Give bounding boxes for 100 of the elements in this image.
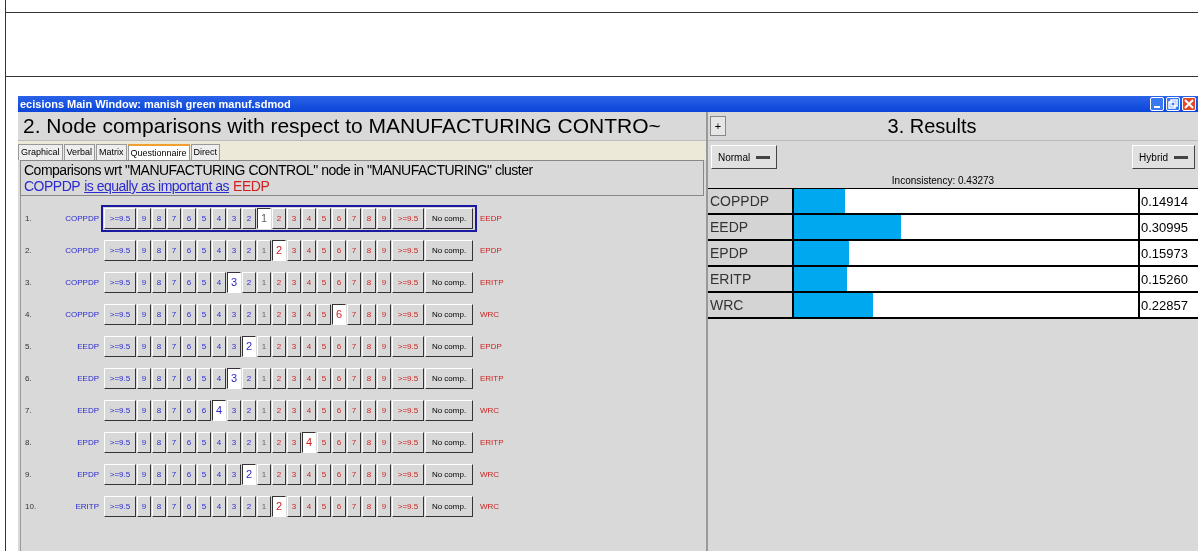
scale-button[interactable]: 1	[257, 335, 271, 357]
scale-button[interactable]: 9	[137, 239, 151, 261]
scale-button[interactable]: 5	[317, 335, 331, 357]
no-comparison-button[interactable]: No comp.	[425, 207, 473, 229]
scale-button[interactable]: 4	[212, 207, 226, 229]
scale-button[interactable]: 5	[197, 239, 211, 261]
hybrid-dropdown[interactable]: Hybrid	[1132, 145, 1195, 169]
scale-button[interactable]: 6	[182, 399, 196, 421]
scale-button[interactable]: 2	[272, 207, 286, 229]
scale-button[interactable]: 3	[227, 431, 241, 453]
scale-button[interactable]: >=9.5	[392, 463, 424, 485]
scale-button[interactable]: >=9.5	[392, 431, 424, 453]
scale-button[interactable]: 3	[287, 271, 301, 293]
scale-button[interactable]: 2	[272, 431, 286, 453]
scale-button[interactable]: >=9.5	[392, 271, 424, 293]
scale-button[interactable]: >=9.5	[104, 239, 136, 261]
scale-button[interactable]: >=9.5	[104, 303, 136, 325]
scale-button[interactable]: 4	[302, 399, 316, 421]
scale-button[interactable]: 6	[332, 367, 346, 389]
scale-button[interactable]: 6	[197, 399, 211, 421]
scale-button[interactable]: 7	[167, 303, 181, 325]
scale-button[interactable]: 6	[182, 463, 196, 485]
scale-button[interactable]: 2	[242, 367, 256, 389]
scale-button[interactable]: >=9.5	[104, 399, 136, 421]
scale-button[interactable]: 7	[347, 335, 361, 357]
scale-button[interactable]: 1	[257, 431, 271, 453]
scale-button[interactable]: 5	[317, 399, 331, 421]
scale-button[interactable]: 4	[302, 271, 316, 293]
scale-button[interactable]: 8	[362, 207, 376, 229]
scale-button[interactable]: 3	[227, 399, 241, 421]
scale-button[interactable]: 6	[182, 495, 196, 517]
scale-button[interactable]: 4	[212, 271, 226, 293]
no-comparison-button[interactable]: No comp.	[425, 463, 473, 485]
scale-button[interactable]: 5	[197, 207, 211, 229]
scale-button[interactable]: 8	[362, 399, 376, 421]
scale-button[interactable]: 5	[197, 463, 211, 485]
no-comparison-button[interactable]: No comp.	[425, 431, 473, 453]
no-comparison-button[interactable]: No comp.	[425, 399, 473, 421]
scale-button[interactable]: >=9.5	[392, 239, 424, 261]
scale-button[interactable]: 1	[257, 207, 271, 229]
scale-button[interactable]: 6	[332, 399, 346, 421]
scale-button[interactable]: 9	[377, 303, 391, 325]
scale-button[interactable]: 8	[362, 495, 376, 517]
scale-button[interactable]: 7	[347, 495, 361, 517]
scale-button[interactable]: 6	[182, 335, 196, 357]
scale-button[interactable]: 4	[302, 367, 316, 389]
scale-button[interactable]: 9	[377, 239, 391, 261]
scale-button[interactable]: >=9.5	[104, 207, 136, 229]
scale-button[interactable]: 4	[302, 239, 316, 261]
scale-button[interactable]: 1	[257, 399, 271, 421]
scale-button[interactable]: 2	[242, 239, 256, 261]
scale-button[interactable]: 2	[242, 495, 256, 517]
scale-button[interactable]: 6	[332, 271, 346, 293]
scale-button[interactable]: >=9.5	[392, 335, 424, 357]
scale-button[interactable]: 6	[332, 239, 346, 261]
scale-button[interactable]: >=9.5	[392, 207, 424, 229]
scale-button[interactable]: 9	[137, 335, 151, 357]
scale-button[interactable]: 5	[317, 303, 331, 325]
scale-button[interactable]: >=9.5	[392, 399, 424, 421]
no-comparison-button[interactable]: No comp.	[425, 367, 473, 389]
scale-button[interactable]: 9	[377, 335, 391, 357]
scale-button[interactable]: 4	[212, 431, 226, 453]
scale-button[interactable]: 9	[377, 463, 391, 485]
scale-button[interactable]: 2	[242, 271, 256, 293]
scale-button[interactable]: 8	[152, 367, 166, 389]
scale-button[interactable]: 2	[242, 207, 256, 229]
expand-button[interactable]: +	[710, 116, 726, 136]
scale-button[interactable]: 9	[137, 495, 151, 517]
scale-button[interactable]: 3	[287, 335, 301, 357]
scale-button[interactable]: 2	[242, 335, 256, 357]
scale-button[interactable]: 3	[227, 335, 241, 357]
scale-button[interactable]: 3	[287, 431, 301, 453]
scale-button[interactable]: 4	[212, 335, 226, 357]
scale-button[interactable]: 3	[287, 367, 301, 389]
scale-button[interactable]: 2	[242, 303, 256, 325]
scale-button[interactable]: 3	[287, 399, 301, 421]
scale-button[interactable]: 6	[332, 463, 346, 485]
scale-button[interactable]: 9	[377, 399, 391, 421]
minimize-button[interactable]	[1150, 97, 1164, 111]
scale-button[interactable]: 4	[212, 495, 226, 517]
scale-button[interactable]: 5	[197, 335, 211, 357]
scale-button[interactable]: 8	[152, 207, 166, 229]
scale-button[interactable]: 6	[332, 207, 346, 229]
scale-button[interactable]: 2	[272, 367, 286, 389]
scale-button[interactable]: 1	[257, 271, 271, 293]
scale-button[interactable]: 7	[167, 207, 181, 229]
scale-button[interactable]: 8	[362, 303, 376, 325]
scale-button[interactable]: 8	[362, 463, 376, 485]
scale-button[interactable]: 6	[182, 239, 196, 261]
scale-button[interactable]: 9	[137, 463, 151, 485]
scale-button[interactable]: >=9.5	[104, 495, 136, 517]
scale-button[interactable]: 5	[317, 367, 331, 389]
scale-button[interactable]: 7	[347, 271, 361, 293]
scale-button[interactable]: 5	[197, 303, 211, 325]
scale-button[interactable]: 4	[302, 463, 316, 485]
scale-button[interactable]: 9	[137, 431, 151, 453]
scale-button[interactable]: 9	[377, 207, 391, 229]
tab[interactable]: Matrix	[96, 144, 127, 160]
scale-button[interactable]: 5	[197, 271, 211, 293]
scale-button[interactable]: 7	[347, 303, 361, 325]
